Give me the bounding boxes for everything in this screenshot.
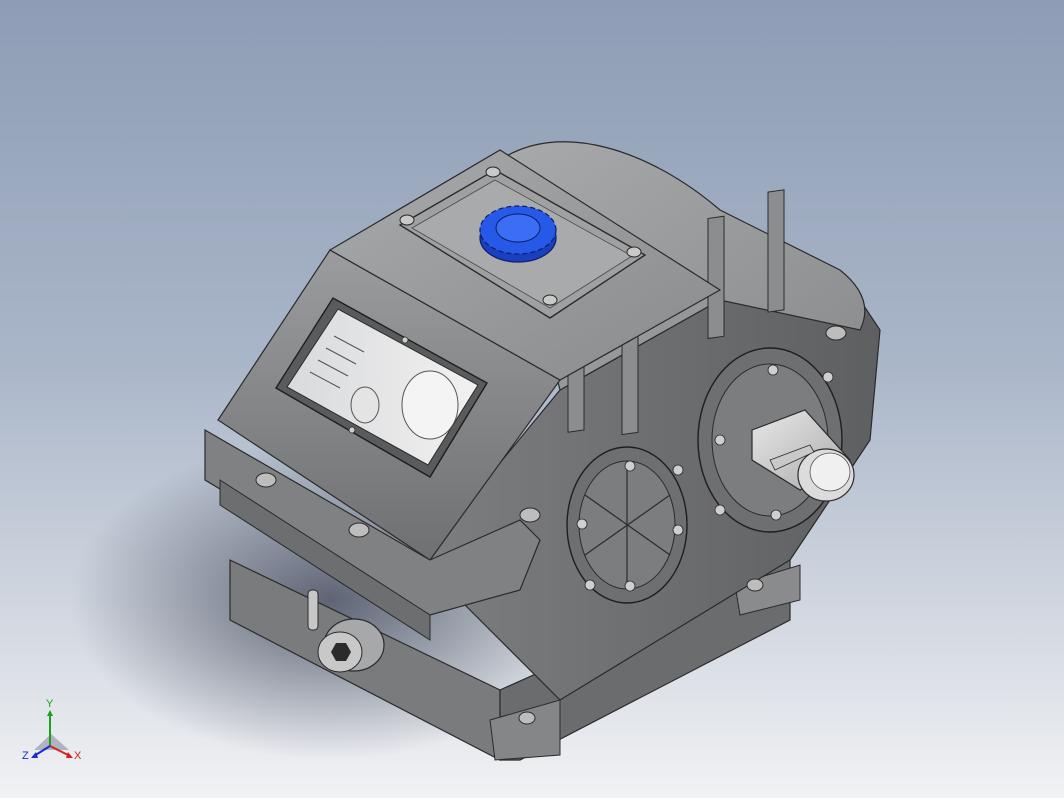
bearing-cover-left (566, 446, 688, 604)
triad-x-label: X (74, 750, 82, 762)
coordinate-triad[interactable]: Y X Z (14, 698, 94, 780)
triad-y-label: Y (46, 698, 54, 710)
graphics-viewport[interactable]: Y X Z (0, 0, 1064, 798)
breather-knob[interactable] (479, 205, 557, 263)
triad-graphic (31, 710, 73, 758)
oil-dipstick (307, 589, 319, 631)
triad-z-label: Z (22, 750, 29, 762)
gearbox-model[interactable] (0, 0, 1064, 798)
